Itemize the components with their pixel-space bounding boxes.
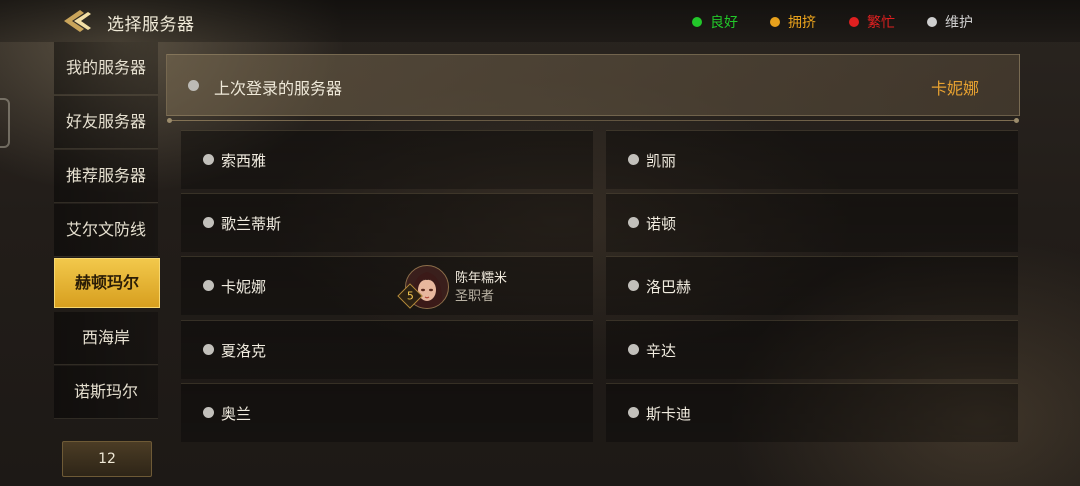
legend-good-label: 良好: [710, 15, 738, 31]
status-dot-icon: [203, 280, 214, 291]
status-good-dot-icon: [692, 17, 702, 27]
last-login-server[interactable]: 卡妮娜: [931, 75, 979, 99]
server-card-luobahe[interactable]: 洛巴赫: [606, 256, 1018, 315]
page-title: 选择服务器: [107, 15, 195, 35]
character-level: 5: [406, 289, 414, 302]
server-name: 卡妮娜: [221, 278, 267, 296]
menu-item-west-coast[interactable]: 西海岸: [54, 312, 158, 365]
character-info: 5 陈年糯米 圣职者: [397, 263, 523, 309]
menu-item-friend-servers[interactable]: 好友服务器: [54, 96, 158, 149]
menu-item-my-servers[interactable]: 我的服务器: [54, 42, 158, 95]
menu-item-elvenguard[interactable]: 艾尔文防线: [54, 204, 158, 257]
side-handle-decoration: [0, 98, 10, 148]
status-dot-icon: [628, 280, 639, 291]
server-card-sikadi[interactable]: 斯卡迪: [606, 383, 1018, 442]
server-card-gelandisi[interactable]: 歌兰蒂斯: [181, 193, 593, 252]
section-divider: [167, 118, 1019, 123]
status-busy-dot-icon: [849, 17, 859, 27]
server-card-xialuoke[interactable]: 夏洛克: [181, 320, 593, 379]
back-button[interactable]: [60, 6, 104, 36]
server-card-nuodun[interactable]: 诺顿: [606, 193, 1018, 252]
character-name: 陈年糯米: [455, 271, 508, 286]
server-name: 洛巴赫: [646, 278, 692, 296]
last-login-panel[interactable]: 上次登录的服务器 卡妮娜: [166, 54, 1020, 116]
menu-item-nosmar[interactable]: 诺斯玛尔: [54, 366, 158, 419]
server-name: 索西雅: [221, 152, 267, 170]
character-class: 圣职者: [455, 289, 495, 304]
status-dot-icon: [628, 344, 639, 355]
legend-crowded-label: 拥挤: [788, 15, 816, 31]
status-dot-icon: [203, 154, 214, 165]
status-maintenance-dot-icon: [188, 80, 199, 91]
legend-maintenance: 维护: [927, 12, 973, 31]
menu-item-hendon-myre[interactable]: 赫顿玛尔: [54, 258, 160, 308]
server-card-xinda[interactable]: 辛达: [606, 320, 1018, 379]
status-maintenance-dot-icon: [927, 17, 937, 27]
status-crowded-dot-icon: [770, 17, 780, 27]
server-name: 奥兰: [221, 405, 252, 423]
last-login-label: 上次登录的服务器: [214, 79, 343, 98]
legend-good: 良好: [692, 12, 738, 31]
legend-maintenance-label: 维护: [945, 15, 973, 31]
server-card-suoxiya[interactable]: 索西雅: [181, 130, 593, 189]
status-dot-icon: [628, 217, 639, 228]
server-card-kaili[interactable]: 凯丽: [606, 130, 1018, 189]
server-name: 凯丽: [646, 152, 677, 170]
server-name: 斯卡迪: [646, 405, 692, 423]
server-card-aolan[interactable]: 奥兰: [181, 383, 593, 442]
status-dot-icon: [203, 217, 214, 228]
legend-crowded: 拥挤: [770, 12, 816, 31]
server-name: 夏洛克: [221, 342, 267, 360]
status-dot-icon: [203, 407, 214, 418]
top-bar: 选择服务器 良好 拥挤 繁忙 维护: [0, 0, 1080, 42]
status-dot-icon: [203, 344, 214, 355]
server-name: 歌兰蒂斯: [221, 215, 282, 233]
server-name: 诺顿: [646, 215, 677, 233]
menu-item-recommended-servers[interactable]: 推荐服务器: [54, 150, 158, 203]
legend-busy: 繁忙: [849, 12, 895, 31]
status-dot-icon: [628, 154, 639, 165]
legend-busy-label: 繁忙: [867, 15, 895, 31]
server-name: 辛达: [646, 342, 677, 360]
server-card-kanina[interactable]: 卡妮娜 5 陈年糯米 圣职者: [181, 256, 593, 315]
back-arrow-icon: [64, 10, 91, 32]
page-button[interactable]: 12: [62, 441, 152, 477]
status-dot-icon: [628, 407, 639, 418]
